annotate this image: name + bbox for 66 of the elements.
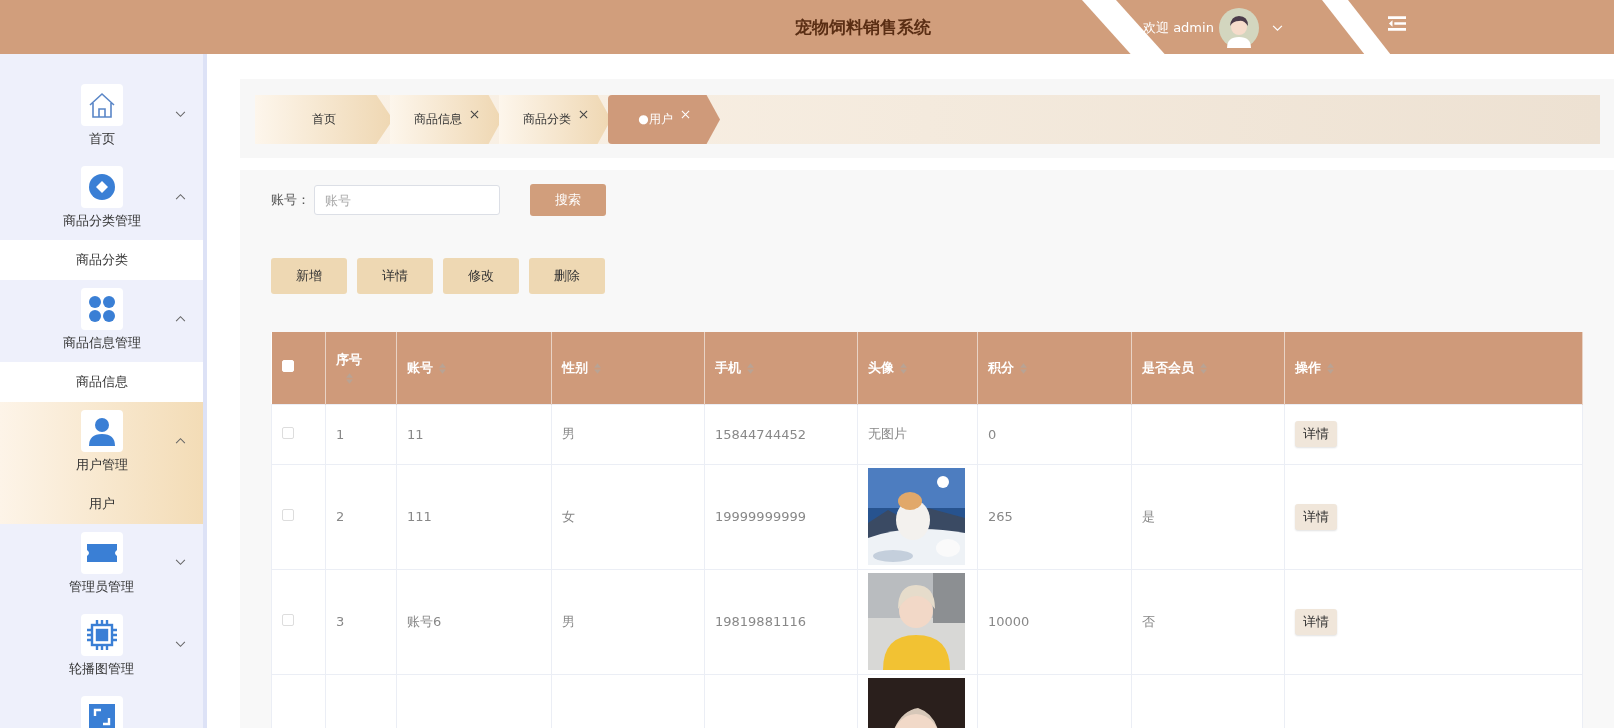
field-label: 账号： <box>271 191 311 209</box>
search-field[interactable]: 账号 <box>314 185 500 215</box>
table-cell: 女 <box>551 464 705 569</box>
table-cell: 15844744452 <box>704 404 858 464</box>
person-icon <box>80 410 123 452</box>
app-title: 宠物饲料销售系统 <box>795 16 931 39</box>
detail-button[interactable]: 详情 <box>1295 608 1337 635</box>
welcome-text: 欢迎 admin <box>1143 19 1214 37</box>
ticket-icon <box>80 532 123 574</box>
detail-button[interactable]: 详情 <box>1295 503 1337 530</box>
sidebar-item[interactable]: 商品分类管理 <box>0 158 203 240</box>
checkbox[interactable] <box>282 426 294 439</box>
table-cell: 2 <box>325 464 397 569</box>
home-icon <box>80 84 123 126</box>
sidebar-item[interactable]: 商品信息管理 <box>0 280 203 362</box>
chevron-down-icon[interactable] <box>175 111 186 118</box>
table-cell: 0 <box>977 404 1132 464</box>
close-icon[interactable] <box>469 110 479 119</box>
close-icon[interactable] <box>578 110 588 119</box>
submenu-item[interactable]: 用户 <box>0 484 203 524</box>
sidebar-item[interactable]: 轮播图管理 <box>0 606 203 688</box>
sidebar-item[interactable]: 管理员管理 <box>0 524 203 606</box>
table-cell: 无图片 <box>857 404 978 464</box>
table-cell: 1 <box>325 404 397 464</box>
checkbox[interactable] <box>282 614 294 626</box>
chevron-down-icon[interactable] <box>175 559 186 566</box>
menu-label: 商品分类管理 <box>62 212 141 230</box>
table-cell: 19999999999 <box>704 464 858 569</box>
sidebar-item[interactable]: 首页 <box>0 76 203 158</box>
table-cell: 否 <box>1131 569 1285 674</box>
action-button[interactable]: 修改 <box>443 258 519 294</box>
action-button[interactable]: 详情 <box>357 258 433 294</box>
table-cell: 10000 <box>977 569 1132 674</box>
chevron-up-icon[interactable] <box>175 315 186 322</box>
table-cell: 19819881116 <box>704 569 858 674</box>
action-button[interactable]: 新增 <box>271 258 347 294</box>
page-tab[interactable]: 商品分类 <box>499 95 611 144</box>
menu-icon[interactable] <box>1388 16 1406 31</box>
menu-label: 用户管理 <box>75 456 128 474</box>
chevron-up-icon[interactable] <box>175 193 186 200</box>
submenu-item[interactable]: 商品分类 <box>0 240 203 280</box>
page-tab[interactable]: 首页 <box>255 95 393 144</box>
table-cell: 111 <box>396 464 552 569</box>
chip-icon <box>80 614 123 656</box>
table-cell: 265 <box>977 464 1132 569</box>
table-cell: 11 <box>396 404 552 464</box>
menu-label: 首页 <box>88 130 115 148</box>
action-button[interactable]: 删除 <box>529 258 605 294</box>
page-tab[interactable]: 商品信息 <box>390 95 502 144</box>
checkbox[interactable] <box>282 509 294 521</box>
menu-label: 轮播图管理 <box>69 660 134 678</box>
table-cell: 男 <box>551 404 705 464</box>
sidebar-item[interactable]: 用户管理 <box>0 402 203 484</box>
dots-icon <box>80 288 123 330</box>
chevron-down-icon[interactable] <box>175 641 186 648</box>
detail-button[interactable]: 详情 <box>1295 421 1337 447</box>
avatar-icon[interactable] <box>1219 8 1259 48</box>
submenu-item[interactable]: 商品信息 <box>0 362 203 402</box>
table-cell: 账号6 <box>396 569 552 674</box>
menu-label: 商品信息管理 <box>62 334 141 352</box>
table-cell: 男 <box>551 569 705 674</box>
chevron-up-icon[interactable] <box>175 437 186 444</box>
menu-label: 管理员管理 <box>69 578 134 596</box>
table-cell: 是 <box>1131 464 1285 569</box>
frame-icon <box>80 696 123 728</box>
table-cell: 3 <box>325 569 397 674</box>
